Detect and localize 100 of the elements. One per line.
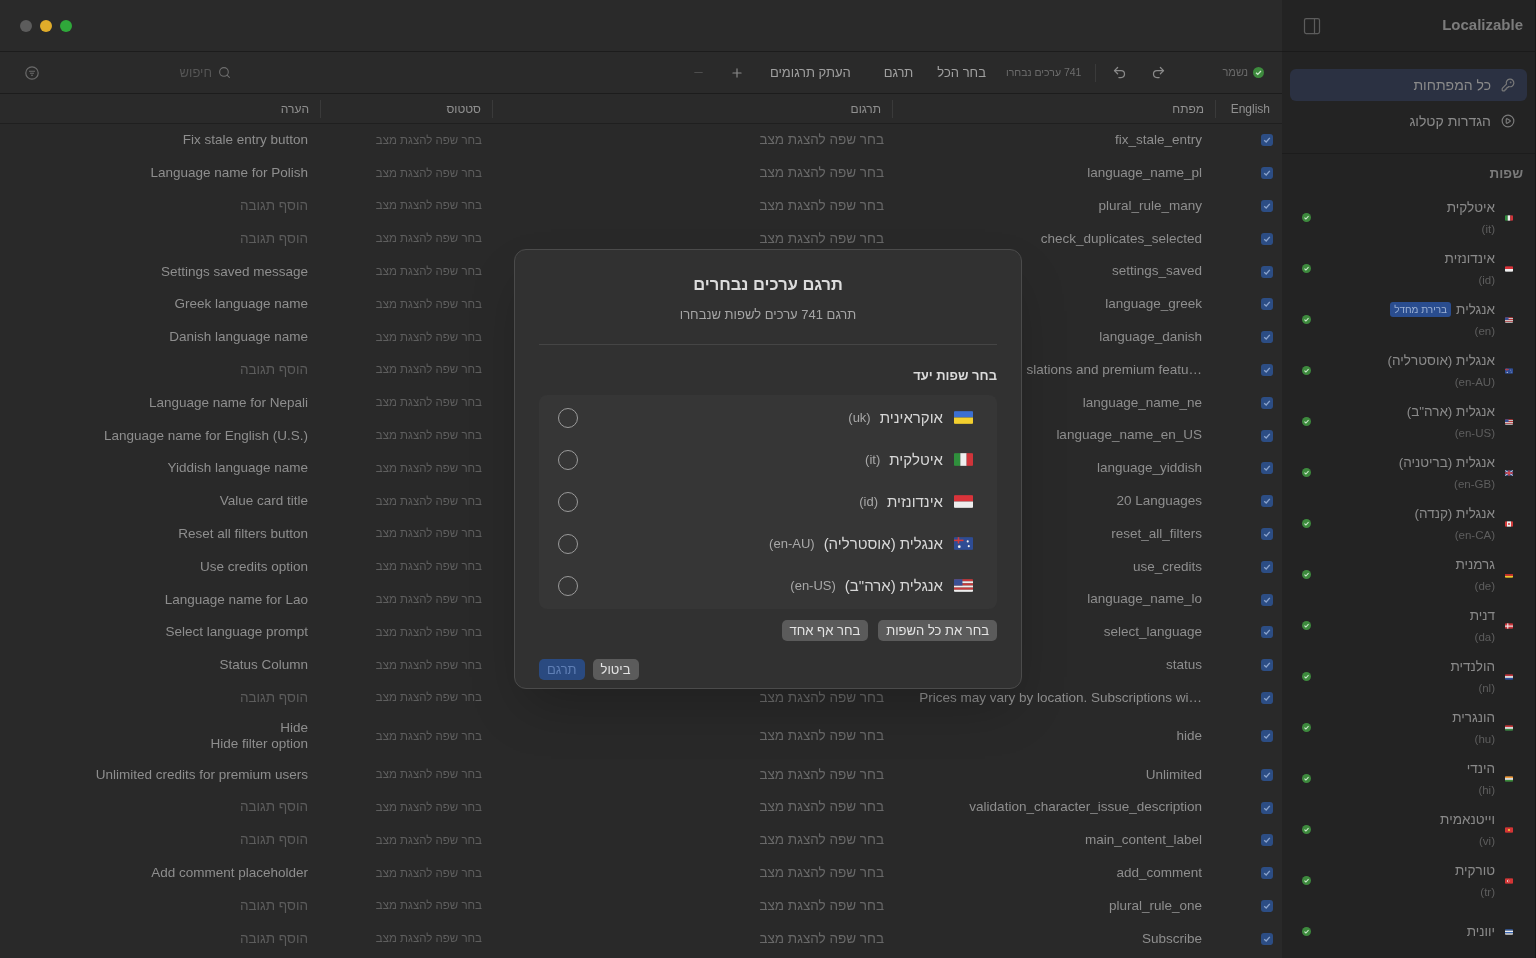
zoom-window-button[interactable]: [60, 19, 72, 32]
translation-cell-text: בחר שפה להצגת מצב: [759, 229, 884, 248]
comment-cell: Yiddish language name: [167, 460, 308, 477]
row-checkbox[interactable]: [1261, 331, 1273, 344]
column-header[interactable]: תרגום: [850, 99, 881, 118]
row-checkbox[interactable]: [1261, 899, 1273, 912]
row-checkbox[interactable]: [1261, 363, 1273, 376]
comment-cell: Language name for Nepali: [148, 394, 308, 411]
flag-icon: [1505, 724, 1513, 731]
minimize-window-button[interactable]: [40, 19, 52, 32]
row-checkbox[interactable]: [1261, 801, 1273, 814]
key-cell-text: main_content_label: [1084, 831, 1202, 850]
column-header[interactable]: English: [1230, 99, 1270, 118]
column-header[interactable]: הערה: [280, 99, 309, 118]
row-checkbox[interactable]: [1261, 691, 1273, 704]
row-checkbox[interactable]: [1261, 932, 1273, 945]
key-cell-text: language_name_ne: [1082, 393, 1202, 412]
row-checkbox[interactable]: [1261, 834, 1273, 847]
flag-icon: [954, 453, 973, 467]
sidebar-item[interactable]: הגדרות קטלוג: [1290, 105, 1527, 137]
redo-icon[interactable]: [1151, 65, 1167, 80]
row-checkbox[interactable]: [1261, 626, 1273, 639]
language-name: אנגלית (קנדה): [1414, 504, 1495, 523]
language-name: איטלקית: [889, 449, 943, 470]
filter-icon[interactable]: [25, 65, 39, 80]
language-code: (uk): [848, 409, 871, 427]
language-code: (da): [1474, 629, 1495, 645]
row-checkbox[interactable]: [1261, 560, 1273, 573]
language-name: הינדי: [1466, 759, 1495, 778]
translate-button[interactable]: תרגם: [883, 62, 914, 83]
column-header[interactable]: מפתח: [1172, 99, 1204, 118]
comment-cell: Reset all filters button: [178, 525, 308, 542]
language-code: (vi): [1479, 833, 1495, 849]
row-checkbox[interactable]: [1261, 134, 1273, 147]
key-cell-text: language_name_en_US: [1056, 426, 1202, 445]
comment-cell: Language name for English (U.S.): [103, 427, 308, 444]
language-name: אינדונזית: [1444, 249, 1495, 268]
row-checkbox[interactable]: [1261, 396, 1273, 409]
key-cell-text: hide: [1176, 727, 1202, 746]
row-checkbox[interactable]: [1261, 593, 1273, 606]
dialog-subtitle: תרגם 741 ערכים לשפות שנבחרו: [678, 305, 858, 324]
flag-icon: [954, 495, 973, 509]
key-cell-text: Unlimited: [1145, 765, 1202, 784]
select-all-button[interactable]: בחר הכל: [937, 62, 986, 83]
row-checkbox[interactable]: [1261, 768, 1273, 781]
sidebar-item[interactable]: כל המפתחות: [1290, 69, 1527, 101]
flag-icon: [1505, 622, 1513, 629]
flag-icon: [954, 537, 973, 551]
row-checkbox[interactable]: [1261, 200, 1273, 212]
language-code: (de): [1474, 578, 1495, 594]
section-label: בחר שפות יעד: [912, 367, 997, 386]
language-code: (id): [859, 493, 878, 511]
comment-cell: Add comment placeholder: [151, 865, 308, 882]
section-heading: שפות: [1488, 165, 1524, 183]
column-header[interactable]: סטטוס: [446, 99, 481, 118]
translation-cell-text: בחר שפה להצגת מצב: [759, 798, 884, 817]
language-name: אנגלית (ארה"ב): [844, 575, 943, 596]
row-checkbox[interactable]: [1261, 265, 1273, 278]
key-cell-text: validation_character_issue_description: [969, 798, 1202, 817]
row-checkbox[interactable]: [1261, 298, 1273, 311]
language-name: יוונית: [1466, 922, 1495, 941]
key-cell-text: language_name_lo: [1087, 590, 1202, 609]
copy-translations-button[interactable]: העתק תרגומים: [769, 62, 851, 83]
key-cell-text: Prices may vary by location. Subscriptions wi…: [919, 688, 1202, 707]
comment-cell: Language name for Polish: [150, 165, 308, 182]
translation-cell-text: בחר שפה להצגת מצב: [759, 896, 884, 915]
row-checkbox[interactable]: [1261, 659, 1273, 672]
row-checkbox[interactable]: [1261, 495, 1273, 508]
key-cell-text: 20 Languages: [1116, 492, 1202, 511]
row-checkbox[interactable]: [1261, 730, 1273, 743]
comment-cell: Fix stale entry button: [182, 132, 308, 149]
select-none-button[interactable]: בחר אף אחד: [781, 619, 869, 641]
language-code: (en-CA): [1454, 527, 1495, 543]
comment-cell: Danish language name: [169, 329, 308, 346]
language-item[interactable]: יוונית: [1282, 906, 1535, 958]
flag-icon: [1505, 673, 1513, 680]
key-cell-text: settings_saved: [1111, 262, 1202, 281]
row-checkbox[interactable]: [1261, 867, 1273, 880]
language-code: (en): [1474, 323, 1495, 339]
row-checkbox[interactable]: [1261, 462, 1273, 475]
language-name: אנגלית (אוסטרליה): [823, 533, 943, 554]
row-checkbox[interactable]: [1261, 429, 1273, 442]
language-code: (id): [1478, 272, 1495, 288]
flag-icon: [1505, 265, 1513, 272]
row-checkbox[interactable]: [1261, 527, 1273, 540]
translation-cell-text: בחר שפה להצגת מצב: [759, 727, 884, 746]
language-code: (en-GB): [1454, 476, 1495, 492]
undo-icon[interactable]: [1112, 65, 1128, 80]
cancel-button[interactable]: ביטול: [592, 658, 639, 680]
comment-cell: Settings saved message: [160, 263, 308, 280]
key-cell-text: add_comment: [1116, 864, 1202, 882]
translation-cell-text: בחר שפה להצגת מצב: [759, 131, 884, 150]
window-title: Localizable: [1442, 15, 1523, 36]
sidebar-toggle-icon[interactable]: [1302, 15, 1322, 36]
select-all-languages-button[interactable]: בחר את כל השפות: [878, 619, 997, 641]
language-name: איטלקית: [1446, 198, 1495, 217]
comment-cell: Status Column: [219, 657, 308, 674]
row-checkbox[interactable]: [1261, 167, 1273, 180]
language-name: טורקית: [1454, 861, 1495, 880]
row-checkbox[interactable]: [1261, 232, 1273, 245]
